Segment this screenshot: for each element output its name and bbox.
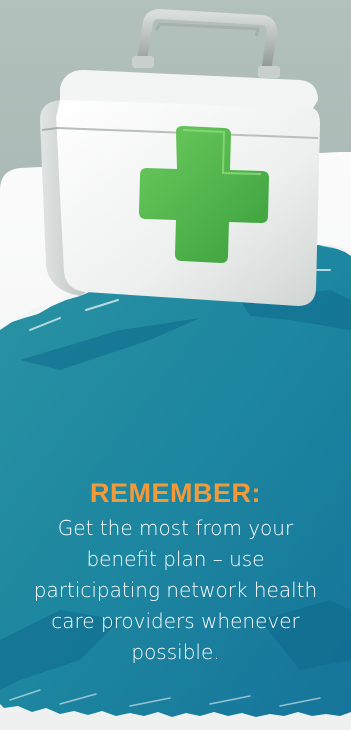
reminder-body: Get the most from your benefit plan – us…: [33, 516, 318, 664]
reminder-heading: REMEMBER:: [90, 478, 261, 508]
reminder-callout: REMEMBER: Get the most from your benefit…: [0, 0, 351, 730]
reminder-text: REMEMBER: Get the most from your benefit…: [0, 478, 351, 668]
